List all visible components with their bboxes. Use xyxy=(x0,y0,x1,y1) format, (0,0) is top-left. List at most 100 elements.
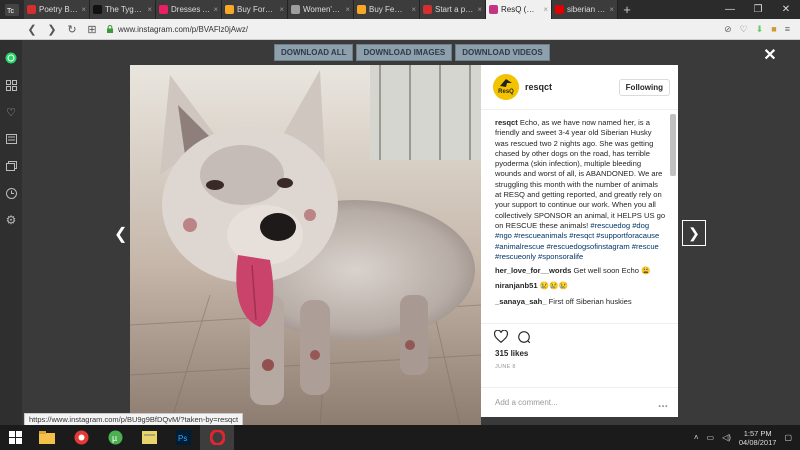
likes-count[interactable]: 315 likes xyxy=(481,349,678,361)
speed-dial-icon[interactable]: ⊞ xyxy=(86,23,98,36)
opera-taskbar-icon[interactable] xyxy=(200,425,234,450)
clock-time: 1:57 PM xyxy=(743,428,772,438)
tab-label: siberian hus xyxy=(567,5,607,14)
tab-favicon-icon xyxy=(159,5,168,14)
tab-close-icon[interactable]: × xyxy=(609,5,614,14)
forward-icon[interactable]: ❯ xyxy=(46,23,58,36)
news-icon[interactable] xyxy=(5,133,17,145)
utorrent-icon[interactable]: µ xyxy=(98,425,132,450)
back-icon[interactable]: ❮ xyxy=(26,23,38,36)
url-field[interactable]: www.instagram.com/p/BVAFlz0jAwz/ xyxy=(106,22,716,37)
comment-username[interactable]: niranjanb51 xyxy=(495,281,538,290)
browser-tab[interactable]: ResQ (@res× xyxy=(486,0,552,19)
ad-block-icon[interactable]: ⊘ xyxy=(724,24,732,35)
post-info-panel: ResQ resqct Following resqct Echo, as we… xyxy=(481,65,678,417)
add-comment-placeholder: Add a comment... xyxy=(495,398,558,407)
download-all-button[interactable]: DOWNLOAD ALL xyxy=(274,44,354,61)
comments-list: resqct Echo, as we have now named her, i… xyxy=(481,110,678,323)
history-icon[interactable] xyxy=(5,187,17,199)
like-heart-icon[interactable] xyxy=(494,330,508,343)
window-controls: — ❐ ✕ xyxy=(716,0,800,19)
caption-username[interactable]: resqct xyxy=(495,118,518,127)
tab-close-icon[interactable]: × xyxy=(81,5,86,14)
minimize-button[interactable]: — xyxy=(716,0,744,19)
settings-gear-icon[interactable]: ⚙ xyxy=(5,213,17,227)
browser-tab[interactable]: Women's d × xyxy=(288,0,354,19)
post-header: ResQ resqct Following xyxy=(481,65,678,110)
tab-label: Buy Forever xyxy=(237,5,277,14)
bird-logo-icon xyxy=(500,79,512,87)
browser-tab[interactable]: Buy Forever × xyxy=(222,0,288,19)
close-modal-icon[interactable]: ✕ xyxy=(762,47,778,64)
url-text: www.instagram.com/p/BVAFlz0jAwz/ xyxy=(118,24,248,34)
speed-dial-sidebar-icon[interactable] xyxy=(5,79,17,91)
post-username[interactable]: resqct xyxy=(525,82,613,92)
bookmark-heart-icon[interactable]: ♡ xyxy=(740,24,748,35)
volume-icon[interactable]: ◁) xyxy=(722,433,731,442)
tab-favicon-icon xyxy=(27,5,36,14)
reload-icon[interactable]: ↻ xyxy=(66,23,78,36)
avatar[interactable]: ResQ xyxy=(493,74,519,100)
tab-close-icon[interactable]: × xyxy=(345,5,350,14)
maximize-button[interactable]: ❐ xyxy=(744,0,772,19)
more-options-icon[interactable]: ... xyxy=(658,396,668,410)
opera-menu-icon[interactable]: Tc xyxy=(0,0,24,19)
tab-favicon-icon xyxy=(357,5,366,14)
comment-username[interactable]: _sanaya_sah_ xyxy=(495,297,547,306)
browser-tab[interactable]: The Tyger b × xyxy=(90,0,156,19)
tab-favicon-icon xyxy=(555,5,564,14)
windows-start-icon[interactable] xyxy=(0,425,30,450)
tab-close-icon[interactable]: × xyxy=(279,5,284,14)
photoshop-icon[interactable]: Ps xyxy=(166,425,200,450)
tab-close-icon[interactable]: × xyxy=(477,5,482,14)
tray-arrow-icon[interactable]: ˄ xyxy=(694,433,699,442)
new-tab-button[interactable]: + xyxy=(618,0,636,19)
tab-close-icon[interactable]: × xyxy=(543,5,548,14)
tab-label: Start a petit xyxy=(435,5,475,14)
file-explorer-icon[interactable] xyxy=(30,425,64,450)
browser-tab[interactable]: Dresses And× xyxy=(156,0,222,19)
tab-favicon-icon xyxy=(225,5,234,14)
notification-icon[interactable]: ▢ xyxy=(784,433,792,442)
tabs-icon[interactable] xyxy=(5,160,17,172)
browser-tab[interactable]: Buy Femelle× xyxy=(354,0,420,19)
extension-icon[interactable]: ■ xyxy=(771,24,776,34)
tab-strip: Tc Poetry By H×The Tyger b×Dresses And×B… xyxy=(0,0,800,19)
comment-username[interactable]: her_love_for__words xyxy=(495,266,571,275)
taskbar-clock[interactable]: 1:57 PM 04/08/2017 xyxy=(739,429,777,447)
heart-icon[interactable]: ♡ xyxy=(5,106,17,119)
app-red-icon[interactable] xyxy=(64,425,98,450)
comment-text: First off Siberian huskies xyxy=(548,296,632,306)
tab-favicon-icon xyxy=(489,5,498,14)
download-toolbar: DOWNLOAD ALL DOWNLOAD IMAGES DOWNLOAD VI… xyxy=(274,44,550,61)
notes-icon[interactable] xyxy=(132,425,166,450)
windows-taskbar: µ Ps ˄ ▭ ◁) 1:57 PM 04/08/2017 ▢ xyxy=(0,425,800,450)
post-date: JUNE 8 xyxy=(495,364,516,370)
tab-close-icon[interactable]: × xyxy=(147,5,152,14)
add-comment-field[interactable]: Add a comment... ... xyxy=(481,387,678,417)
following-button[interactable]: Following xyxy=(618,78,670,96)
close-window-button[interactable]: ✕ xyxy=(772,0,800,19)
browser-tab[interactable]: Poetry By H × xyxy=(24,0,90,19)
comments-scrollbar[interactable] xyxy=(670,114,676,176)
lock-icon xyxy=(107,25,113,33)
post-photo[interactable] xyxy=(130,65,481,425)
network-icon[interactable]: ▭ xyxy=(707,433,715,442)
menu-icon[interactable]: ≡ xyxy=(785,24,790,34)
download-icon[interactable]: ⬇ xyxy=(756,24,764,35)
post-actions xyxy=(481,323,678,349)
tab-close-icon[interactable]: × xyxy=(213,5,218,14)
browser-tab[interactable]: Start a petit × xyxy=(420,0,486,19)
husky-photo-image xyxy=(130,65,481,425)
tab-favicon-icon xyxy=(423,5,432,14)
next-post-arrow-icon[interactable]: ❯ xyxy=(682,220,706,246)
tab-close-icon[interactable]: × xyxy=(411,5,416,14)
tab-favicon-icon xyxy=(93,5,102,14)
browser-tab[interactable]: siberian hus × xyxy=(552,0,618,19)
comment-bubble-icon[interactable] xyxy=(517,330,531,344)
previous-post-arrow-icon[interactable]: ❮ xyxy=(114,224,127,244)
download-images-button[interactable]: DOWNLOAD IMAGES xyxy=(356,44,453,61)
download-videos-button[interactable]: DOWNLOAD VIDEOS xyxy=(455,44,550,61)
svg-text:µ: µ xyxy=(112,433,117,443)
whatsapp-icon[interactable] xyxy=(5,52,17,64)
